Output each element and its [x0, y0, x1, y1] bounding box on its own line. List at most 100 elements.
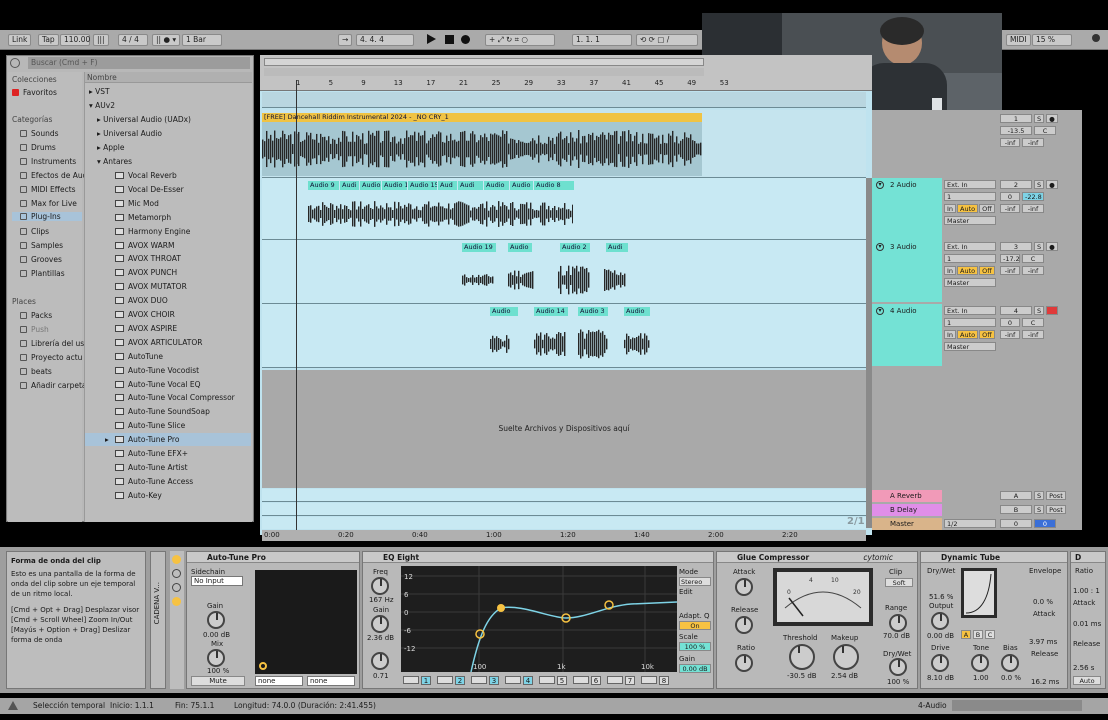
- gain-knob[interactable]: [207, 611, 225, 629]
- expand-icon[interactable]: ▸: [105, 433, 109, 446]
- monitor-auto-button[interactable]: Auto: [957, 204, 979, 213]
- track-number[interactable]: 1: [1000, 114, 1032, 123]
- plugin-item[interactable]: Auto-Tune Vocal Compressor: [85, 391, 251, 404]
- volume-field[interactable]: -17.2: [1000, 254, 1020, 263]
- output-gain-field[interactable]: 0.00 dB: [679, 664, 711, 673]
- fold-icon[interactable]: ▾: [876, 181, 884, 189]
- quantize-select[interactable]: 1 Bar: [182, 34, 222, 46]
- plugin-item[interactable]: Vocal De-Esser: [85, 183, 251, 196]
- loop-region[interactable]: [264, 68, 704, 76]
- band-2-handle[interactable]: [497, 604, 505, 612]
- monitor-auto-button[interactable]: Auto: [957, 330, 979, 339]
- sidebar-item-beats[interactable]: beats: [20, 367, 52, 376]
- solo-button[interactable]: S: [1034, 242, 1045, 251]
- band-shape-icon[interactable]: [505, 676, 521, 684]
- makeup-knob[interactable]: [833, 644, 859, 670]
- monitor-in-button[interactable]: In: [944, 204, 957, 213]
- solo-button[interactable]: S: [1034, 306, 1045, 315]
- drop-area[interactable]: Suelte Archivos y Dispositivos aquí: [262, 370, 866, 488]
- eq-band-toggle[interactable]: 4: [505, 674, 535, 686]
- tap-button[interactable]: Tap: [38, 34, 59, 46]
- track-2-lane[interactable]: Audio 9 Audi Audio Audio 1 Audio 15 Aud Audi Au…: [262, 178, 866, 240]
- plugin-item[interactable]: AVOX WARM: [85, 239, 251, 252]
- drywet-knob[interactable]: [889, 658, 907, 676]
- tree-item-auv2[interactable]: ▾ AUv2: [89, 99, 115, 112]
- band-shape-icon[interactable]: [403, 676, 419, 684]
- clip-header[interactable]: Audio 19: [462, 243, 496, 252]
- band-shape-icon[interactable]: [437, 676, 453, 684]
- volume-field[interactable]: 0: [1000, 318, 1020, 327]
- device-title[interactable]: EQ Eight: [363, 552, 713, 563]
- overview-bar[interactable]: [264, 58, 704, 66]
- clip-header[interactable]: Audio: [508, 243, 532, 252]
- time-ruler[interactable]: 0:00 0:20 0:40 1:00 1:20 1:40 2:00 2:20: [262, 530, 866, 541]
- eq-band-toggle[interactable]: 5: [539, 674, 569, 686]
- band-shape-icon[interactable]: [573, 676, 589, 684]
- plugin-item[interactable]: Auto-Tune Vocodist: [85, 364, 251, 377]
- input-type-select[interactable]: Ext. In: [944, 242, 996, 251]
- fold-icon[interactable]: ▾: [876, 243, 884, 251]
- plugin-item[interactable]: AutoTune: [85, 350, 251, 363]
- sidebar-item-push[interactable]: Push: [20, 325, 49, 334]
- gain-knob[interactable]: [371, 615, 389, 633]
- plugin-item[interactable]: Auto-Key: [85, 489, 251, 502]
- view-switcher[interactable]: [952, 700, 1082, 711]
- eq-band-toggle[interactable]: 6: [573, 674, 603, 686]
- clip-header[interactable]: Audio 15: [408, 181, 437, 190]
- tree-item-uadx[interactable]: ▸ Universal Audio (UADx): [97, 113, 191, 126]
- sidebar-item-samples[interactable]: Samples: [20, 241, 63, 250]
- clip-header[interactable]: Audi: [340, 181, 359, 190]
- adapt-q-toggle[interactable]: On: [679, 621, 711, 630]
- pan-field[interactable]: C: [1022, 318, 1044, 327]
- plugin-item[interactable]: AVOX ARTICULATOR: [85, 336, 251, 349]
- monitor-in-button[interactable]: In: [944, 330, 957, 339]
- clip-header[interactable]: Audi: [458, 181, 483, 190]
- sidebar-item-audio-effects[interactable]: Efectos de Aud: [20, 171, 87, 180]
- master-lane[interactable]: [262, 517, 866, 529]
- link-button[interactable]: Link: [8, 34, 32, 46]
- tone-knob[interactable]: [971, 654, 989, 672]
- sidebar-item-instruments[interactable]: Instruments: [20, 157, 76, 166]
- arm-icon[interactable]: ●: [1046, 114, 1058, 123]
- tree-item-universal-audio[interactable]: ▸ Universal Audio: [97, 127, 162, 140]
- sidebar-item-drums[interactable]: Drums: [20, 143, 56, 152]
- plugin-item[interactable]: Auto-Tune Vocal EQ: [85, 378, 251, 391]
- return-b-header[interactable]: B Delay: [872, 504, 942, 516]
- mode-select[interactable]: Stereo: [679, 577, 711, 586]
- midi-indicator[interactable]: MIDI: [1006, 34, 1031, 46]
- sidechain-select[interactable]: No Input: [191, 576, 243, 586]
- plugin-display[interactable]: [255, 570, 357, 674]
- sidebar-item-grooves[interactable]: Grooves: [20, 255, 62, 264]
- pan-field[interactable]: C: [1034, 126, 1056, 135]
- device-title[interactable]: D: [1071, 552, 1105, 563]
- track-4-lane[interactable]: Audio Audio 14 Audio 3 Audio: [262, 304, 866, 368]
- plugin-item[interactable]: AVOX THROAT: [85, 252, 251, 265]
- plugin-item[interactable]: Metamorph: [85, 211, 251, 224]
- clip-header[interactable]: Audio: [360, 181, 381, 190]
- mute-button[interactable]: Mute: [191, 676, 245, 686]
- tree-item-antares[interactable]: ▾ Antares: [97, 155, 132, 168]
- return-letter[interactable]: B: [1000, 505, 1032, 514]
- time-signature-field[interactable]: 4 / 4: [118, 34, 148, 46]
- attack-knob[interactable]: [735, 578, 753, 596]
- device-power-icon[interactable]: [172, 555, 181, 564]
- pan-field[interactable]: -22.8: [1022, 192, 1044, 201]
- sidebar-item-templates[interactable]: Plantillas: [20, 269, 65, 278]
- plugin-item[interactable]: AVOX ASPIRE: [85, 322, 251, 335]
- clip-header[interactable]: Audio 1: [382, 181, 407, 190]
- clip-header[interactable]: Aud: [438, 181, 457, 190]
- auto-release-button[interactable]: Auto: [1073, 676, 1101, 685]
- plugin-item[interactable]: ▸ Auto-Tune Pro: [85, 433, 251, 447]
- sidebar-item-packs[interactable]: Packs: [20, 311, 52, 320]
- eq-band-toggle[interactable]: 1: [403, 674, 433, 686]
- monitor-off-button[interactable]: Off: [979, 204, 995, 213]
- band-shape-icon[interactable]: [539, 676, 555, 684]
- eq-band-toggle[interactable]: 8: [641, 674, 671, 686]
- plugin-item[interactable]: Auto-Tune Slice: [85, 419, 251, 432]
- playhead[interactable]: [296, 80, 297, 530]
- return-letter[interactable]: A: [1000, 491, 1032, 500]
- eq-band-toggle[interactable]: 3: [471, 674, 501, 686]
- eq-band-toggle[interactable]: 2: [437, 674, 467, 686]
- ratio-knob[interactable]: [735, 654, 753, 672]
- plugin-item[interactable]: Auto-Tune SoundSoap: [85, 405, 251, 418]
